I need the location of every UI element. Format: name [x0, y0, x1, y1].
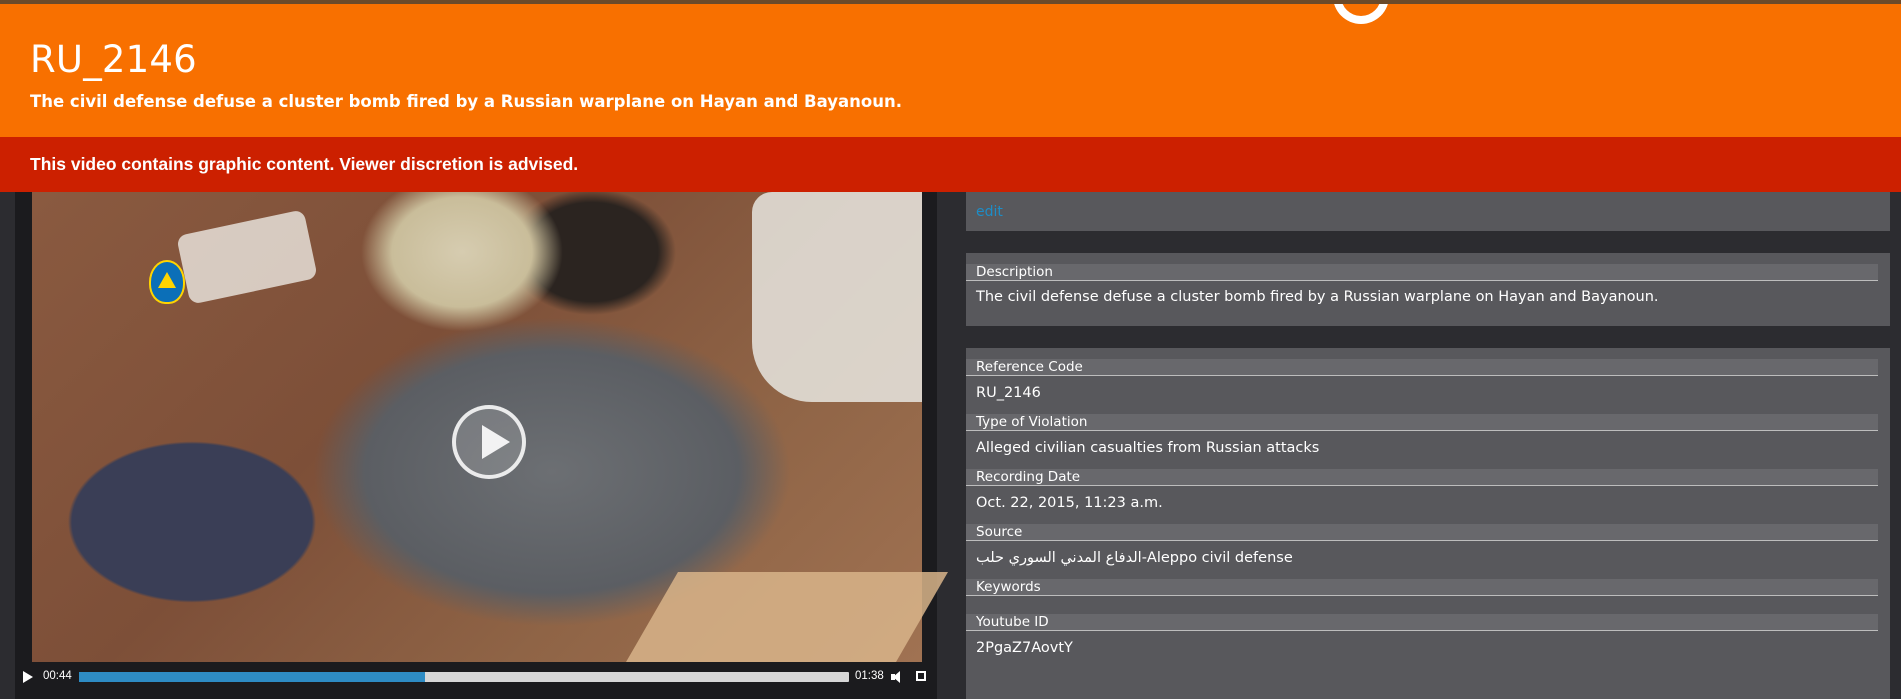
play-icon[interactable]	[23, 671, 33, 683]
play-overlay-icon[interactable]	[452, 405, 526, 479]
recording-date-value: Oct. 22, 2015, 11:23 a.m.	[976, 495, 1163, 511]
source-value: الدفاع المدني السوري حلب-Aleppo civil de…	[976, 550, 1293, 566]
description-label: Description	[966, 264, 1878, 281]
video-scene-wood	[626, 572, 948, 662]
youtube-id-value: 2PgaZ7AovtY	[976, 640, 1073, 656]
background-logo-fragment	[1333, 4, 1389, 24]
metadata-panel: Reference Code RU_2146 Type of Violation…	[966, 348, 1890, 699]
video-scene-cloth-2	[176, 209, 318, 305]
video-controls: 00:44 01:38	[15, 662, 937, 692]
violation-type-value: Alleged civilian casualties from Russian…	[976, 440, 1320, 456]
edit-link[interactable]: edit	[976, 204, 1003, 220]
warning-text: This video contains graphic content. Vie…	[30, 154, 579, 174]
progress-fill	[79, 672, 425, 682]
video-frame[interactable]	[32, 192, 948, 662]
description-value: The civil defense defuse a cluster bomb …	[976, 289, 1659, 305]
volume-icon[interactable]	[891, 671, 901, 683]
progress-bar[interactable]	[79, 672, 849, 682]
page-subtitle: The civil defense defuse a cluster bomb …	[30, 92, 902, 111]
page-title: RU_2146	[30, 38, 197, 81]
youtube-id-label: Youtube ID	[966, 614, 1878, 631]
description-panel: Description The civil defense defuse a c…	[966, 253, 1890, 326]
header-banner: RU_2146 The civil defense defuse a clust…	[0, 4, 1901, 137]
video-scene-cloth	[752, 192, 922, 402]
reference-code-value: RU_2146	[976, 385, 1041, 401]
source-label: Source	[966, 524, 1878, 541]
violation-type-label: Type of Violation	[966, 414, 1878, 431]
video-player: 00:44 01:38	[15, 192, 948, 699]
graphic-content-warning: This video contains graphic content. Vie…	[0, 137, 1901, 192]
keywords-label: Keywords	[966, 579, 1878, 596]
total-time: 01:38	[855, 670, 884, 682]
fullscreen-icon[interactable]	[916, 671, 926, 681]
reference-code-label: Reference Code	[966, 359, 1878, 376]
edit-panel: edit	[966, 192, 1890, 231]
current-time: 00:44	[43, 670, 72, 682]
civil-defense-logo-icon	[149, 260, 185, 304]
recording-date-label: Recording Date	[966, 469, 1878, 486]
